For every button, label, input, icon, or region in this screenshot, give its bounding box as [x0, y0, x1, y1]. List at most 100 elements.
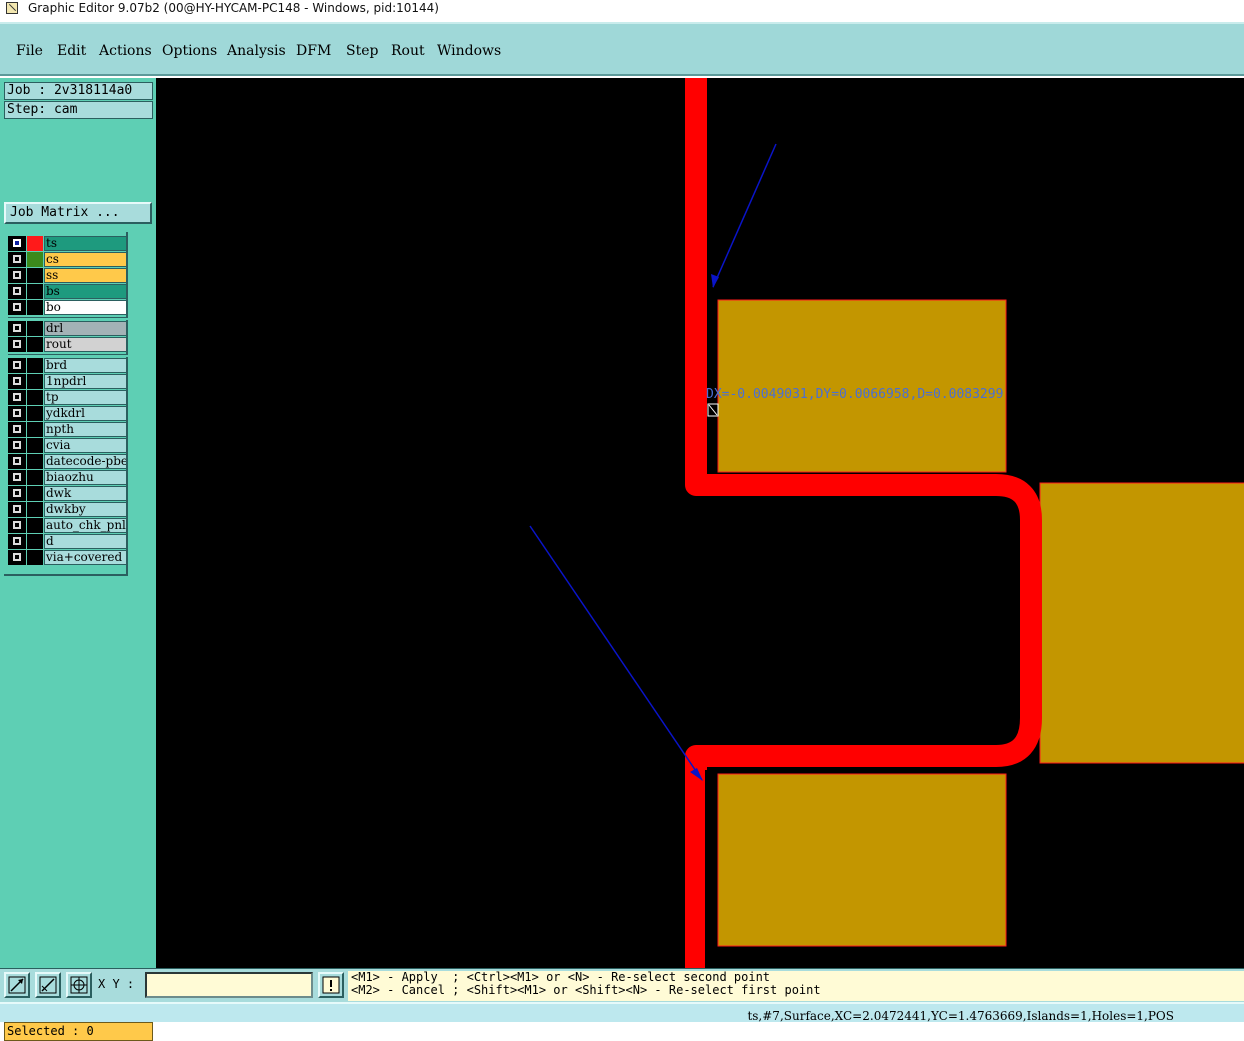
layer-name[interactable]: rout — [44, 337, 127, 352]
layer-checkbox[interactable] — [8, 502, 26, 517]
layer-row-biaozhu[interactable]: biaozhu — [8, 470, 128, 485]
layer-name[interactable]: tp — [44, 390, 127, 405]
pad-bottom[interactable] — [717, 773, 1007, 947]
layer-row-npth[interactable]: npth — [8, 422, 128, 437]
layer-row-ss[interactable]: ss — [8, 268, 128, 283]
layer-checkbox[interactable] — [8, 534, 26, 549]
layer-row-auto-chk-pnl[interactable]: auto_chk_pnl — [8, 518, 128, 533]
layer-row-ydkdrl[interactable]: ydkdrl — [8, 406, 128, 421]
layer-row-tp[interactable]: tp — [8, 390, 128, 405]
step-name-field: Step: cam — [4, 101, 153, 119]
layer-row-dwk[interactable]: dwk — [8, 486, 128, 501]
layer-checkbox[interactable] — [8, 454, 26, 469]
menu-file[interactable]: File — [16, 42, 43, 60]
layer-checkbox[interactable] — [8, 236, 26, 251]
menu-actions[interactable]: Actions — [99, 42, 152, 60]
layer-checkbox[interactable] — [8, 321, 26, 336]
layer-color-swatch — [27, 502, 43, 517]
menu-rout[interactable]: Rout — [391, 42, 425, 60]
menu-edit[interactable]: Edit — [57, 42, 86, 60]
layer-checkbox[interactable] — [8, 300, 26, 315]
layer-name[interactable]: npth — [44, 422, 127, 437]
layer-checkbox[interactable] — [8, 486, 26, 501]
layer-row-rout[interactable]: rout — [8, 337, 128, 352]
layer-row-bs[interactable]: bs — [8, 284, 128, 299]
layer-name[interactable]: auto_chk_pnl — [44, 518, 127, 533]
layer-name[interactable]: brd — [44, 358, 127, 373]
layer-group-divider — [8, 354, 128, 357]
layer-checkbox[interactable] — [8, 390, 26, 405]
layer-row-dwkby[interactable]: dwkby — [8, 502, 128, 517]
menu-step[interactable]: Step — [346, 42, 378, 60]
layer-name[interactable]: dwkby — [44, 502, 127, 517]
layer-checkbox[interactable] — [8, 268, 26, 283]
layer-checkbox[interactable] — [8, 284, 26, 299]
xy-input[interactable] — [145, 972, 313, 998]
layer-checkbox[interactable] — [8, 518, 26, 533]
layer-name[interactable]: 1npdrl — [44, 374, 127, 389]
layer-row-drl[interactable]: drl — [8, 321, 128, 336]
layer-name[interactable]: cvia — [44, 438, 127, 453]
layer-checkbox[interactable] — [8, 252, 26, 267]
layer-color-swatch — [27, 252, 43, 267]
menu-options[interactable]: Options — [162, 42, 217, 60]
menu-analysis[interactable]: Analysis — [227, 42, 286, 60]
layer-checkbox[interactable] — [8, 406, 26, 421]
layer-row-datecode-pbe[interactable]: datecode-pbe — [8, 454, 128, 469]
layer-name[interactable]: dwk — [44, 486, 127, 501]
measure-arrow-bottom — [529, 525, 703, 781]
layer-checkbox[interactable] — [8, 550, 26, 565]
menu-bar: File Edit Actions Options Analysis DFM S… — [0, 22, 1244, 76]
layer-name[interactable]: via+covered — [44, 550, 127, 565]
layer-checkbox[interactable] — [8, 422, 26, 437]
layer-row-cvia[interactable]: cvia — [8, 438, 128, 453]
layer-name[interactable]: d — [44, 534, 127, 549]
layer-name[interactable]: ss — [44, 268, 127, 283]
layer-list: ts cs ss bs bo drl rout brd 1npdrl tp yd… — [4, 232, 128, 576]
layer-name[interactable]: ydkdrl — [44, 406, 127, 421]
layer-color-swatch — [27, 236, 43, 251]
zoom-fit-icon[interactable] — [4, 972, 30, 998]
layer-checkbox[interactable] — [8, 470, 26, 485]
layer-color-swatch — [27, 337, 43, 352]
job-matrix-button[interactable]: Job Matrix ... — [4, 202, 152, 224]
layer-name[interactable]: cs — [44, 252, 127, 267]
pad-right[interactable] — [1039, 482, 1244, 764]
layer-color-swatch — [27, 486, 43, 501]
layer-name[interactable]: drl — [44, 321, 127, 336]
left-panel: Job : 2v318114a0 Step: cam Job Matrix ..… — [0, 78, 156, 1041]
layer-row-via-covered[interactable]: via+covered — [8, 550, 128, 565]
layer-row-bo[interactable]: bo — [8, 300, 128, 315]
graphic-canvas[interactable]: DX=-0.0049031,DY=0.0066958,D=0.0083299 — [156, 78, 1244, 968]
layer-checkbox[interactable] — [8, 438, 26, 453]
pcb-drawing: DX=-0.0049031,DY=0.0066958,D=0.0083299 — [529, 78, 1244, 968]
layer-color-swatch — [27, 390, 43, 405]
layer-row-brd[interactable]: brd — [8, 358, 128, 373]
alert-icon[interactable] — [318, 972, 344, 998]
layer-row-1npdrl[interactable]: 1npdrl — [8, 374, 128, 389]
grid-snap-icon[interactable] — [66, 972, 92, 998]
layer-name[interactable]: ts — [44, 236, 127, 251]
layer-group-divider — [8, 317, 128, 320]
layer-row-ts[interactable]: ts — [8, 236, 128, 251]
layer-name[interactable]: biaozhu — [44, 470, 127, 485]
layer-color-swatch — [27, 518, 43, 533]
pad-top[interactable] — [717, 299, 1007, 473]
measure-tool-icon[interactable] — [35, 972, 61, 998]
layer-checkbox[interactable] — [8, 374, 26, 389]
menu-dfm[interactable]: DFM — [296, 42, 331, 60]
measure-arrow-top — [712, 143, 777, 288]
layer-checkbox[interactable] — [8, 337, 26, 352]
status-bar: ts,#7,Surface,XC=2.0472441,YC=1.4763669,… — [0, 1002, 1244, 1023]
layer-color-swatch — [27, 284, 43, 299]
measurement-readout: DX=-0.0049031,DY=0.0066958,D=0.0083299 — [706, 387, 1003, 402]
menu-windows[interactable]: Windows — [437, 42, 501, 60]
layer-name[interactable]: datecode-pbe — [44, 454, 127, 469]
layer-color-swatch — [27, 358, 43, 373]
layer-checkbox[interactable] — [8, 358, 26, 373]
layer-name[interactable]: bs — [44, 284, 127, 299]
layer-name[interactable]: bo — [44, 300, 127, 315]
layer-row-d[interactable]: d — [8, 534, 128, 549]
layer-row-cs[interactable]: cs — [8, 252, 128, 267]
job-name-field: Job : 2v318114a0 — [4, 82, 153, 100]
